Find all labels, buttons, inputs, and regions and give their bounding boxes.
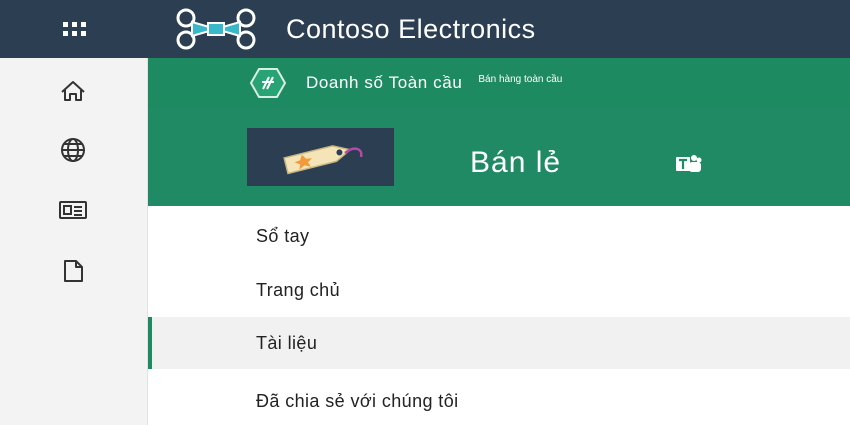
site-title: Bán lẻ	[470, 146, 562, 179]
nav-item-label: Trang chủ	[256, 279, 340, 300]
rail-globe-button[interactable]	[44, 130, 102, 170]
app-title[interactable]: Contoso Electronics	[286, 14, 536, 45]
rail-home-button[interactable]	[44, 71, 102, 111]
app-launcher-icon	[62, 22, 86, 36]
drone-logo-icon[interactable]	[168, 7, 264, 51]
site-navigation: Sổ tay Trang chủ Tài liệu Đã chia sẻ với…	[148, 206, 850, 425]
hub-subtitle-link[interactable]: Bán hàng toàn cầu	[478, 74, 562, 85]
nav-item-label: Sổ tay	[256, 225, 310, 246]
hub-title-link[interactable]: Doanh số Toàn cầu	[306, 73, 462, 93]
nav-item-label: Đã chia sẻ với chúng tôi	[256, 390, 459, 411]
hub-hexagon-logo-icon[interactable]	[248, 66, 288, 100]
nav-item-shared-with-us[interactable]: Đã chia sẻ với chúng tôi	[148, 375, 850, 425]
suite-header: Contoso Electronics	[0, 0, 850, 58]
rail-file-button[interactable]	[44, 251, 102, 291]
nav-item-label: Tài liệu	[256, 332, 318, 353]
file-icon	[64, 260, 83, 282]
nav-item-notebook[interactable]: Sổ tay	[148, 210, 850, 262]
nav-item-home[interactable]: Trang chủ	[148, 264, 850, 316]
rail-news-button[interactable]	[44, 190, 102, 230]
left-rail	[0, 58, 148, 425]
hub-bar: Doanh số Toàn cầu Bán hàng toàn cầu	[148, 58, 850, 108]
teams-icon[interactable]	[674, 154, 702, 179]
news-icon	[59, 201, 87, 219]
price-tag-icon	[282, 145, 363, 175]
home-icon	[61, 81, 85, 101]
globe-icon	[61, 138, 85, 162]
nav-item-documents[interactable]: Tài liệu	[148, 317, 850, 369]
site-header: Bán lẻ	[148, 108, 850, 206]
app-launcher-button[interactable]	[0, 0, 148, 58]
site-logo[interactable]	[247, 128, 394, 186]
